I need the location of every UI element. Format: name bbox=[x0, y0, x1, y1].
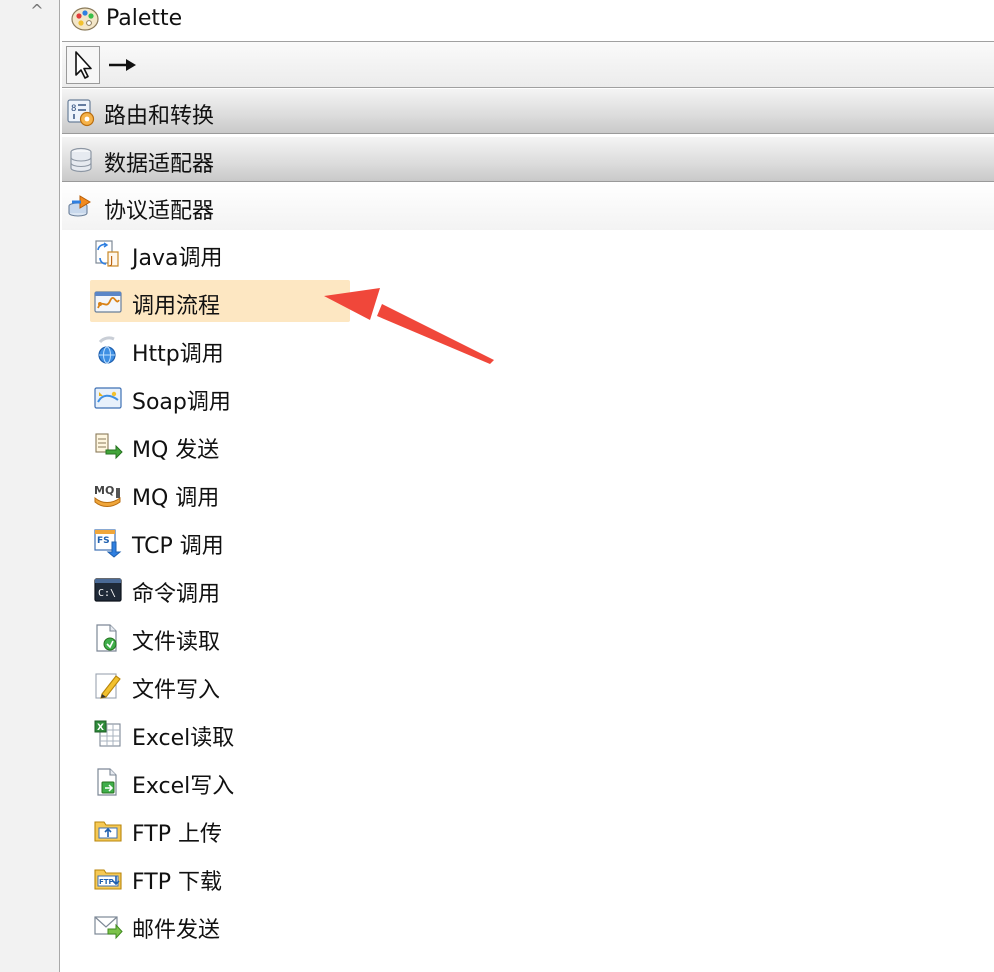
svg-text:8: 8 bbox=[71, 104, 76, 114]
entry-file-read[interactable]: 文件读取 bbox=[90, 616, 350, 658]
entry-label: Java调用 bbox=[132, 246, 223, 271]
connection-arrow-icon[interactable] bbox=[106, 50, 138, 80]
palette-header[interactable]: Palette bbox=[62, 0, 994, 42]
http-call-icon bbox=[98, 336, 116, 364]
entry-http-call[interactable]: Http调用 bbox=[90, 328, 350, 370]
entry-soap-call[interactable]: Soap调用 bbox=[90, 376, 350, 418]
entry-mq-send[interactable]: MQ 发送 bbox=[90, 424, 350, 466]
entry-label: MQ 调用 bbox=[132, 486, 220, 511]
entry-mail-send[interactable]: 邮件发送 bbox=[90, 904, 350, 946]
ftp-download-icon: FTP bbox=[94, 869, 122, 890]
entry-label: MQ 发送 bbox=[132, 438, 220, 463]
entry-label: Excel读取 bbox=[132, 726, 235, 751]
entry-label: FTP 上传 bbox=[132, 822, 222, 847]
entry-label: 命令调用 bbox=[132, 582, 221, 607]
protocol-adapter-icon bbox=[68, 195, 91, 217]
excel-write-icon bbox=[97, 768, 117, 796]
entry-mq-call[interactable]: MQ MQ 调用 bbox=[90, 472, 350, 514]
svg-text:FS: FS bbox=[97, 536, 110, 546]
entry-java-call[interactable]: J Java调用 bbox=[90, 232, 350, 274]
mail-send-icon bbox=[94, 916, 123, 940]
entry-tcp-call[interactable]: FS TCP 调用 bbox=[90, 520, 350, 562]
routing-transform-icon: 8 bbox=[67, 99, 95, 127]
soap-call-icon bbox=[94, 387, 122, 409]
excel-read-icon: X bbox=[94, 720, 121, 747]
entry-ftp-upload[interactable]: FTP 上传 bbox=[90, 808, 350, 850]
svg-text:X: X bbox=[97, 723, 104, 733]
entry-file-write[interactable]: 文件写入 bbox=[90, 664, 350, 706]
file-read-icon bbox=[96, 624, 117, 652]
editor-edge: ^ bbox=[0, 0, 60, 972]
entry-label: Excel写入 bbox=[132, 774, 235, 799]
entry-label: 文件写入 bbox=[132, 678, 221, 703]
ftp-upload-icon bbox=[94, 821, 122, 842]
java-call-icon: J bbox=[95, 240, 119, 267]
drawer-data-adapter[interactable]: 数据适配器 bbox=[62, 136, 994, 182]
entry-label: FTP 下载 bbox=[132, 870, 222, 895]
entry-command-call[interactable]: C:\ 命令调用 bbox=[90, 568, 350, 610]
entry-excel-read[interactable]: X Excel读取 bbox=[90, 712, 350, 754]
entry-excel-write[interactable]: Excel写入 bbox=[90, 760, 350, 802]
svg-text:MQ: MQ bbox=[94, 484, 114, 497]
palette-window: ^ Palette 8 路由和转换 数据适配器 协议适配器 J Java调用 调… bbox=[0, 0, 994, 972]
drawer-routing-transform[interactable]: 8 路由和转换 bbox=[62, 88, 994, 134]
command-call-icon: C:\ bbox=[94, 578, 122, 602]
entry-label: 邮件发送 bbox=[132, 918, 221, 943]
collapse-palette-icon[interactable]: ^ bbox=[30, 3, 44, 19]
entry-label: TCP 调用 bbox=[132, 534, 224, 559]
entry-ftp-download[interactable]: FTP FTP 下载 bbox=[90, 856, 350, 898]
mq-call-icon: MQ bbox=[94, 484, 121, 507]
mq-send-icon bbox=[95, 433, 123, 460]
select-tool-button[interactable] bbox=[66, 46, 100, 84]
entry-call-flow[interactable]: 调用流程 bbox=[90, 280, 350, 322]
database-icon bbox=[70, 147, 92, 173]
drawer-protocol-adapter[interactable]: 协议适配器 bbox=[62, 184, 994, 230]
pointer-icon bbox=[75, 51, 92, 79]
svg-text:J: J bbox=[109, 254, 113, 267]
entry-label: 文件读取 bbox=[132, 630, 221, 655]
svg-text:FTP: FTP bbox=[99, 878, 114, 886]
palette-title: Palette bbox=[106, 6, 183, 31]
svg-text:C:\: C:\ bbox=[98, 588, 116, 599]
call-flow-icon bbox=[94, 291, 122, 313]
tcp-call-icon: FS bbox=[94, 529, 122, 558]
entry-label: Soap调用 bbox=[132, 390, 231, 415]
drawer-label: 路由和转换 bbox=[104, 104, 215, 129]
entry-label: 调用流程 bbox=[132, 294, 221, 319]
palette-panel: Palette 8 路由和转换 数据适配器 协议适配器 J Java调用 调用流… bbox=[62, 0, 994, 972]
annotation-arrow bbox=[324, 288, 494, 364]
palette-icon bbox=[71, 7, 99, 31]
file-write-icon bbox=[95, 673, 121, 699]
drawer-label: 协议适配器 bbox=[104, 199, 215, 224]
tools-row bbox=[62, 42, 994, 88]
drawer-label: 数据适配器 bbox=[104, 152, 215, 177]
entry-label: Http调用 bbox=[132, 342, 224, 367]
